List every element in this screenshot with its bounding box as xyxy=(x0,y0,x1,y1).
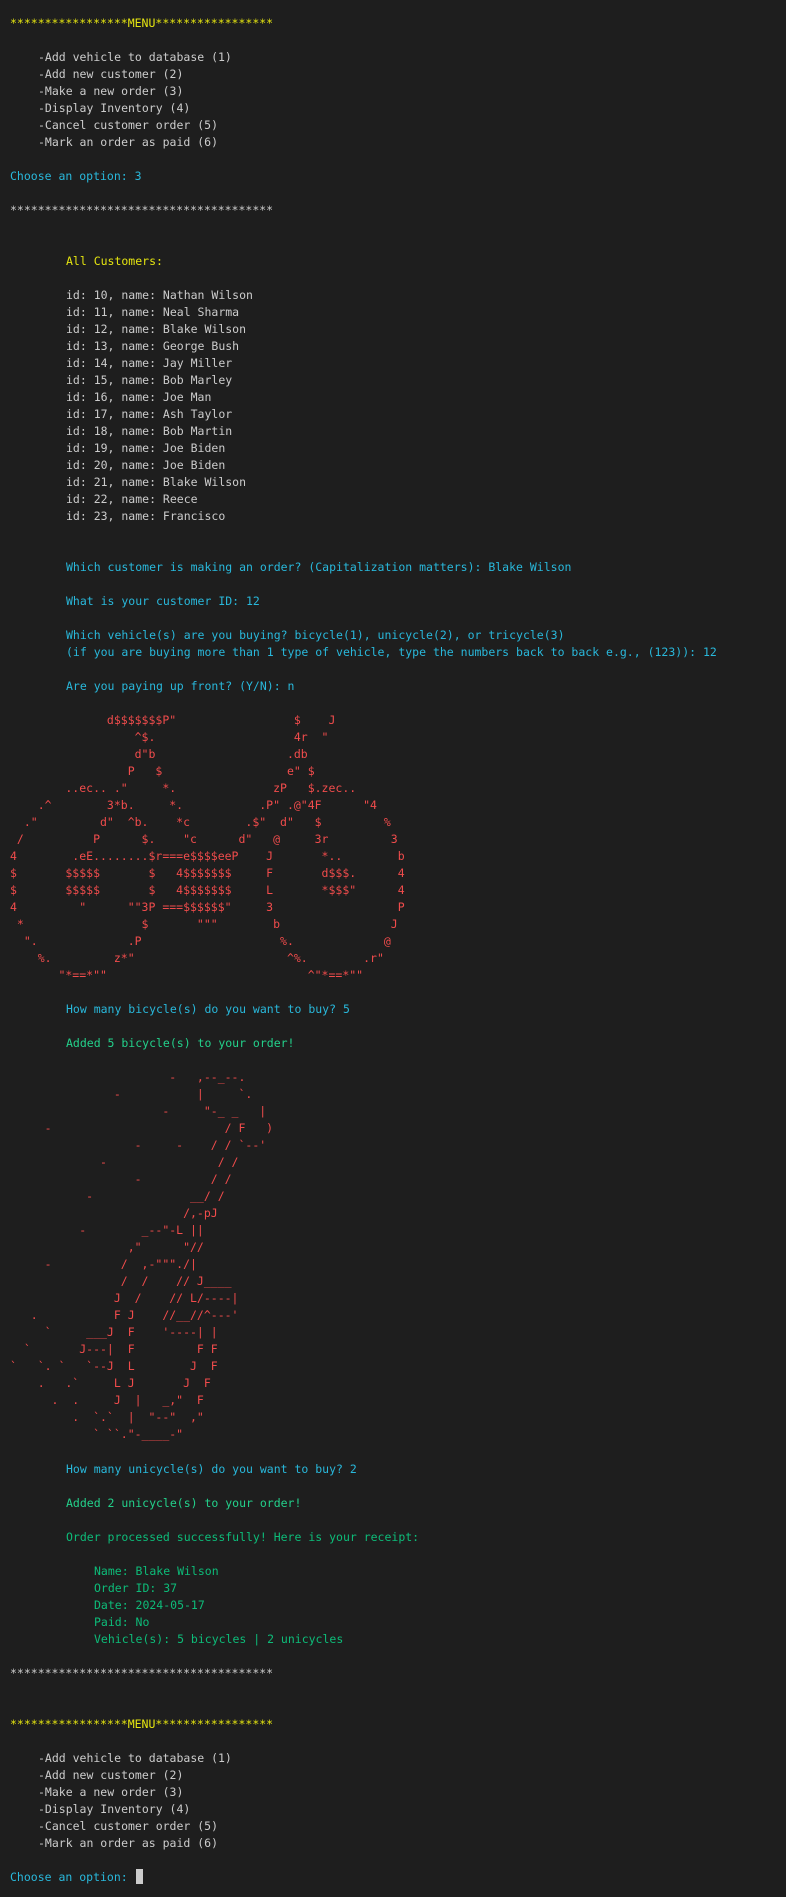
unicycle-art-line: ` ``."-____-" xyxy=(10,1427,184,1441)
bicycle-art-line: .^ 3*b. *. .P" .@"4F "4 xyxy=(10,798,377,812)
customer-row: id: 16, name: Joe Man xyxy=(66,390,212,404)
bicycle-art-line: ." d" ^b. *c .$" d" $ % xyxy=(10,815,391,829)
unicycle-art-line: - "-_ _ | xyxy=(10,1104,267,1118)
unicycle-art-line: J / // L/----| xyxy=(10,1291,239,1305)
unicycle-art-line: - / ,-"""./| xyxy=(10,1257,197,1271)
menu-item-new-order: -Make a new order (3) xyxy=(38,1785,184,1799)
bicycle-art-line: %. z*" ^%. .r" xyxy=(10,951,384,965)
unicycle-art-line: / / // J____ xyxy=(10,1274,232,1288)
customer-row: id: 13, name: George Bush xyxy=(66,339,240,353)
question-unicycles: How many unicycle(s) do you want to buy?… xyxy=(66,1462,357,1476)
customer-row: id: 15, name: Bob Marley xyxy=(66,373,233,387)
customer-row: id: 14, name: Jay Miller xyxy=(66,356,233,370)
receipt-vehicles: Vehicle(s): 5 bicycles | 2 unicycles xyxy=(94,1632,344,1646)
question-pay-upfront: Are you paying up front? (Y/N): n xyxy=(66,679,295,693)
choose-option-prompt: Choose an option: xyxy=(10,1870,135,1884)
customer-row: id: 20, name: Joe Biden xyxy=(66,458,226,472)
customer-row: id: 10, name: Nathan Wilson xyxy=(66,288,253,302)
separator: ************************************** xyxy=(10,1666,274,1680)
menu-item-cancel-order: -Cancel customer order (5) xyxy=(38,1819,219,1833)
choose-option-input-line[interactable]: Choose an option: xyxy=(10,1869,143,1886)
question-bicycles: How many bicycle(s) do you want to buy? … xyxy=(66,1002,350,1016)
unicycle-art-line: - / / xyxy=(10,1172,232,1186)
added-bicycles-message: Added 5 bicycle(s) to your order! xyxy=(66,1036,295,1050)
menu-item-add-vehicle: -Add vehicle to database (1) xyxy=(38,1751,232,1765)
terminal-window[interactable]: { "menu_header": "*****************MENU*… xyxy=(0,0,786,1897)
unicycle-art-line: - - / / `--' xyxy=(10,1138,267,1152)
bicycle-art-line: "*==*"" ^"*==*"" xyxy=(10,968,364,982)
bicycle-art-line: ^$. 4r " xyxy=(10,730,329,744)
bicycle-art-line: d"b .db xyxy=(10,747,308,761)
unicycle-art-line: - / F ) xyxy=(10,1121,274,1135)
menu-item-new-order: -Make a new order (3) xyxy=(38,84,184,98)
separator: ************************************** xyxy=(10,203,274,217)
bicycle-art-line: d$$$$$$$P" $ J xyxy=(10,713,336,727)
unicycle-art-line: ," "// xyxy=(10,1240,204,1254)
menu-header: *****************MENU***************** xyxy=(10,16,274,30)
all-customers-label: All Customers: xyxy=(66,254,163,268)
unicycle-art-line: ` ___J F '----| | xyxy=(10,1325,218,1339)
receipt-date: Date: 2024-05-17 xyxy=(94,1598,205,1612)
bicycle-art-line: P $ e" $ xyxy=(10,764,315,778)
customer-row: id: 18, name: Bob Martin xyxy=(66,424,233,438)
terminal-cursor[interactable] xyxy=(135,1869,143,1884)
unicycle-art-line: - / / xyxy=(10,1155,239,1169)
menu-header: *****************MENU***************** xyxy=(10,1717,274,1731)
unicycle-art-line: - __/ / xyxy=(10,1189,225,1203)
unicycle-art-line: . .` L J J F xyxy=(10,1376,211,1390)
bicycle-art-line: ". .P %. @ xyxy=(10,934,391,948)
menu-item-add-customer: -Add new customer (2) xyxy=(38,67,184,81)
choose-option-answered: Choose an option: 3 xyxy=(10,169,142,183)
customer-row: id: 22, name: Reece xyxy=(66,492,198,506)
bicycle-art-line: $ $$$$$ $ 4$$$$$$$ L *$$$" 4 xyxy=(10,883,405,897)
receipt-paid: Paid: No xyxy=(94,1615,150,1629)
unicycle-art-line: - _--"-L || xyxy=(10,1223,204,1237)
bicycle-art-line: * $ """ b J xyxy=(10,917,398,931)
customer-row: id: 17, name: Ash Taylor xyxy=(66,407,233,421)
menu-item-add-customer: -Add new customer (2) xyxy=(38,1768,184,1782)
question-customer-id: What is your customer ID: 12 xyxy=(66,594,260,608)
receipt-name: Name: Blake Wilson xyxy=(94,1564,219,1578)
unicycle-art-line: . F J //__//^---' xyxy=(10,1308,239,1322)
menu-item-display-inventory: -Display Inventory (4) xyxy=(38,1802,191,1816)
bicycle-art-line: 4 " ""3P ===$$$$$$" 3 P xyxy=(10,900,405,914)
menu-item-cancel-order: -Cancel customer order (5) xyxy=(38,118,219,132)
unicycle-art-line: ` J---| F F F xyxy=(10,1342,218,1356)
menu-item-display-inventory: -Display Inventory (4) xyxy=(38,101,191,115)
customer-row: id: 12, name: Blake Wilson xyxy=(66,322,247,336)
menu-item-mark-paid: -Mark an order as paid (6) xyxy=(38,1836,219,1850)
customer-row: id: 11, name: Neal Sharma xyxy=(66,305,240,319)
unicycle-art-line: ` `. ` `--J L J F xyxy=(10,1359,218,1373)
bicycle-art-line: $ $$$$$ $ 4$$$$$$$ F d$$$. 4 xyxy=(10,866,405,880)
question-customer: Which customer is making an order? (Capi… xyxy=(66,560,572,574)
unicycle-art-line: - | `. xyxy=(10,1087,253,1101)
customer-row: id: 23, name: Francisco xyxy=(66,509,226,523)
customer-row: id: 21, name: Blake Wilson xyxy=(66,475,247,489)
unicycle-art-line: . . J | _," F xyxy=(10,1393,204,1407)
added-unicycles-message: Added 2 unicycle(s) to your order! xyxy=(66,1496,302,1510)
menu-item-mark-paid: -Mark an order as paid (6) xyxy=(38,135,219,149)
menu-item-add-vehicle: -Add vehicle to database (1) xyxy=(38,50,232,64)
receipt-intro: Order processed successfully! Here is yo… xyxy=(66,1530,420,1544)
unicycle-art-line: . `.` | "--" ," xyxy=(10,1410,204,1424)
customer-row: id: 19, name: Joe Biden xyxy=(66,441,226,455)
bicycle-art-line: 4 .eE........$r===e$$$$eeP J *.. b xyxy=(10,849,405,863)
receipt-order-id: Order ID: 37 xyxy=(94,1581,178,1595)
bicycle-art-line: ..ec.. ." *. zP $.zec.. xyxy=(10,781,357,795)
bicycle-art-line: / P $. "c d" @ 3r 3 xyxy=(10,832,398,846)
question-vehicles-hint: (if you are buying more than 1 type of v… xyxy=(66,645,717,659)
unicycle-art-line: /,-pJ xyxy=(10,1206,218,1220)
unicycle-art-line: - ,--_--. xyxy=(10,1070,246,1084)
question-vehicles: Which vehicle(s) are you buying? bicycle… xyxy=(66,628,565,642)
